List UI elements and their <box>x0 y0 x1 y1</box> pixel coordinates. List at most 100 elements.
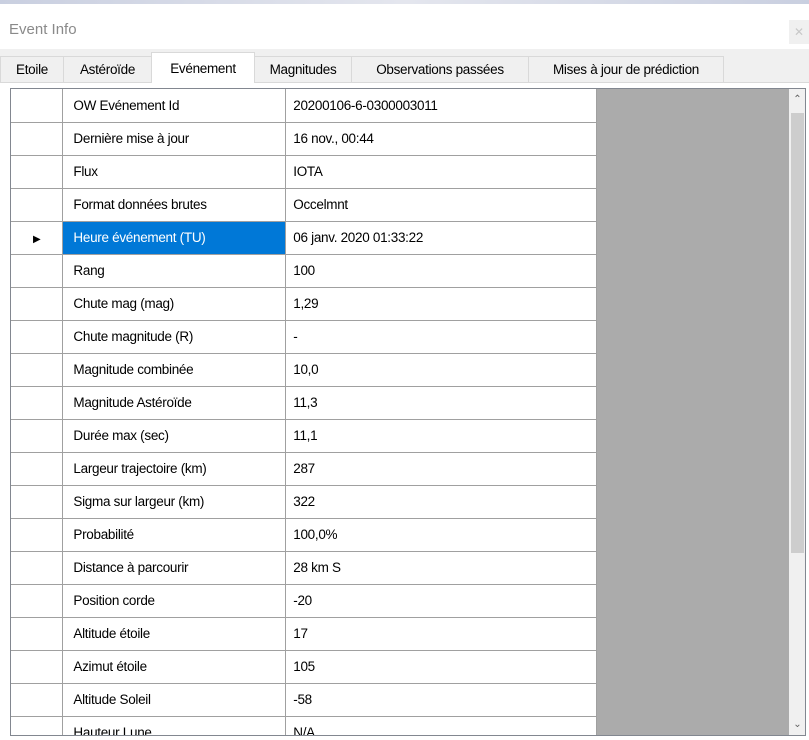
tab-label: Magnitudes <box>269 62 337 77</box>
tab-magnitudes[interactable]: Magnitudes <box>254 56 352 82</box>
property-name-cell[interactable]: Altitude Soleil <box>62 683 287 717</box>
property-value-cell[interactable]: 16 nov., 00:44 <box>285 122 597 156</box>
vertical-scrollbar[interactable]: ⌃ ⌄ <box>789 89 805 735</box>
property-value-cell[interactable]: -20 <box>285 584 597 618</box>
property-value-cell[interactable]: 06 janv. 2020 01:33:22 <box>285 221 597 255</box>
title-bar: Event Info <box>0 4 809 49</box>
table-row[interactable]: Probabilité 100,0% <box>11 518 597 552</box>
event-properties-table: OW Evénement Id 20200106-6-0300003011 Der… <box>11 89 597 735</box>
table-row-selected[interactable]: ▶ Heure événement (TU) 06 janv. 2020 01:33… <box>11 221 597 255</box>
table-row[interactable]: Flux IOTA <box>11 155 597 189</box>
scrollbar-thumb[interactable] <box>791 113 804 553</box>
chevron-down-icon: ⌄ <box>793 719 802 730</box>
event-data-grid[interactable]: OW Evénement Id 20200106-6-0300003011 Der… <box>10 88 806 736</box>
tab-asteroide[interactable]: Astéroïde <box>63 56 152 82</box>
row-header[interactable] <box>11 716 64 735</box>
tab-mises-a-jour-prediction[interactable]: Mises à jour de prédiction <box>528 56 724 82</box>
property-name-cell[interactable]: OW Evénement Id <box>62 89 287 123</box>
row-header[interactable] <box>11 584 64 618</box>
property-value-cell[interactable]: 10,0 <box>285 353 597 387</box>
table-row[interactable]: Largeur trajectoire (km) 287 <box>11 452 597 486</box>
property-value-cell[interactable]: 287 <box>285 452 597 486</box>
property-name-cell[interactable]: Sigma sur largeur (km) <box>62 485 287 519</box>
table-row[interactable]: Chute mag (mag) 1,29 <box>11 287 597 321</box>
chevron-up-icon: ⌃ <box>793 94 802 105</box>
property-name-cell[interactable]: Distance à parcourir <box>62 551 287 585</box>
table-row[interactable]: Altitude Soleil -58 <box>11 683 597 717</box>
row-header[interactable]: ▶ <box>11 221 64 255</box>
scroll-down-button[interactable]: ⌄ <box>789 716 805 733</box>
row-header[interactable] <box>11 650 64 684</box>
table-row[interactable]: Rang 100 <box>11 254 597 288</box>
row-header[interactable] <box>11 683 64 717</box>
table-row[interactable]: Durée max (sec) 11,1 <box>11 419 597 453</box>
close-icon: ✕ <box>793 25 805 39</box>
table-row[interactable]: Magnitude Astéroïde 11,3 <box>11 386 597 420</box>
property-name-cell[interactable]: Azimut étoile <box>62 650 287 684</box>
row-header[interactable] <box>11 353 64 387</box>
row-header[interactable] <box>11 551 64 585</box>
property-name-cell[interactable]: Format données brutes <box>62 188 287 222</box>
scroll-up-button[interactable]: ⌃ <box>789 91 805 108</box>
row-header[interactable] <box>11 485 64 519</box>
property-name-cell[interactable]: Chute magnitude (R) <box>62 320 287 354</box>
table-row[interactable]: Position corde -20 <box>11 584 597 618</box>
tab-evenement[interactable]: Evénement <box>151 52 255 83</box>
close-button[interactable]: ✕ <box>789 20 809 44</box>
property-name-cell[interactable]: Position corde <box>62 584 287 618</box>
row-header[interactable] <box>11 386 64 420</box>
property-value-cell[interactable]: 105 <box>285 650 597 684</box>
row-header[interactable] <box>11 287 64 321</box>
table-row[interactable]: Dernière mise à jour 16 nov., 00:44 <box>11 122 597 156</box>
table-row[interactable]: Hauteur Lune N/A <box>11 716 597 735</box>
property-value-cell[interactable]: 20200106-6-0300003011 <box>285 89 597 123</box>
row-header[interactable] <box>11 188 64 222</box>
row-header[interactable] <box>11 617 64 651</box>
property-name-cell[interactable]: Altitude étoile <box>62 617 287 651</box>
property-value-cell[interactable]: 11,1 <box>285 419 597 453</box>
property-name-cell[interactable]: Dernière mise à jour <box>62 122 287 156</box>
table-row[interactable]: OW Evénement Id 20200106-6-0300003011 <box>11 89 597 123</box>
property-value-cell[interactable]: 322 <box>285 485 597 519</box>
property-name-cell[interactable]: Largeur trajectoire (km) <box>62 452 287 486</box>
property-name-cell[interactable]: Magnitude Astéroïde <box>62 386 287 420</box>
property-name-cell[interactable]: Flux <box>62 155 287 189</box>
property-value-cell[interactable]: -58 <box>285 683 597 717</box>
row-header[interactable] <box>11 155 64 189</box>
property-value-cell[interactable]: IOTA <box>285 155 597 189</box>
property-value-cell[interactable]: 17 <box>285 617 597 651</box>
property-value-cell[interactable]: - <box>285 320 597 354</box>
tab-etoile[interactable]: Etoile <box>0 56 64 82</box>
table-row[interactable]: Altitude étoile 17 <box>11 617 597 651</box>
property-name-cell[interactable]: Chute mag (mag) <box>62 287 287 321</box>
table-row[interactable]: Distance à parcourir 28 km S <box>11 551 597 585</box>
property-value-cell[interactable]: 100,0% <box>285 518 597 552</box>
property-value-cell[interactable]: Occelmnt <box>285 188 597 222</box>
property-value-cell[interactable]: N/A <box>285 716 597 735</box>
row-header[interactable] <box>11 320 64 354</box>
row-header[interactable] <box>11 122 64 156</box>
property-name-cell[interactable]: Durée max (sec) <box>62 419 287 453</box>
table-row[interactable]: Sigma sur largeur (km) 322 <box>11 485 597 519</box>
tab-observations-passees[interactable]: Observations passées <box>351 56 529 82</box>
row-header[interactable] <box>11 89 64 123</box>
row-header[interactable] <box>11 419 64 453</box>
row-header[interactable] <box>11 518 64 552</box>
table-row[interactable]: Magnitude combinée 10,0 <box>11 353 597 387</box>
property-value-cell[interactable]: 11,3 <box>285 386 597 420</box>
table-row[interactable]: Chute magnitude (R) - <box>11 320 597 354</box>
property-name-cell[interactable]: Magnitude combinée <box>62 353 287 387</box>
table-row[interactable]: Azimut étoile 105 <box>11 650 597 684</box>
property-name-cell[interactable]: Probabilité <box>62 518 287 552</box>
tab-label: Evénement <box>170 60 236 76</box>
property-name-cell[interactable]: Rang <box>62 254 287 288</box>
property-value-cell[interactable]: 100 <box>285 254 597 288</box>
property-value-cell[interactable]: 28 km S <box>285 551 597 585</box>
row-header[interactable] <box>11 254 64 288</box>
table-row[interactable]: Format données brutes Occelmnt <box>11 188 597 222</box>
row-header[interactable] <box>11 452 64 486</box>
window-title: Event Info <box>9 21 77 38</box>
property-name-cell[interactable]: Heure événement (TU) <box>62 221 287 255</box>
property-value-cell[interactable]: 1,29 <box>285 287 597 321</box>
property-name-cell[interactable]: Hauteur Lune <box>62 716 287 735</box>
